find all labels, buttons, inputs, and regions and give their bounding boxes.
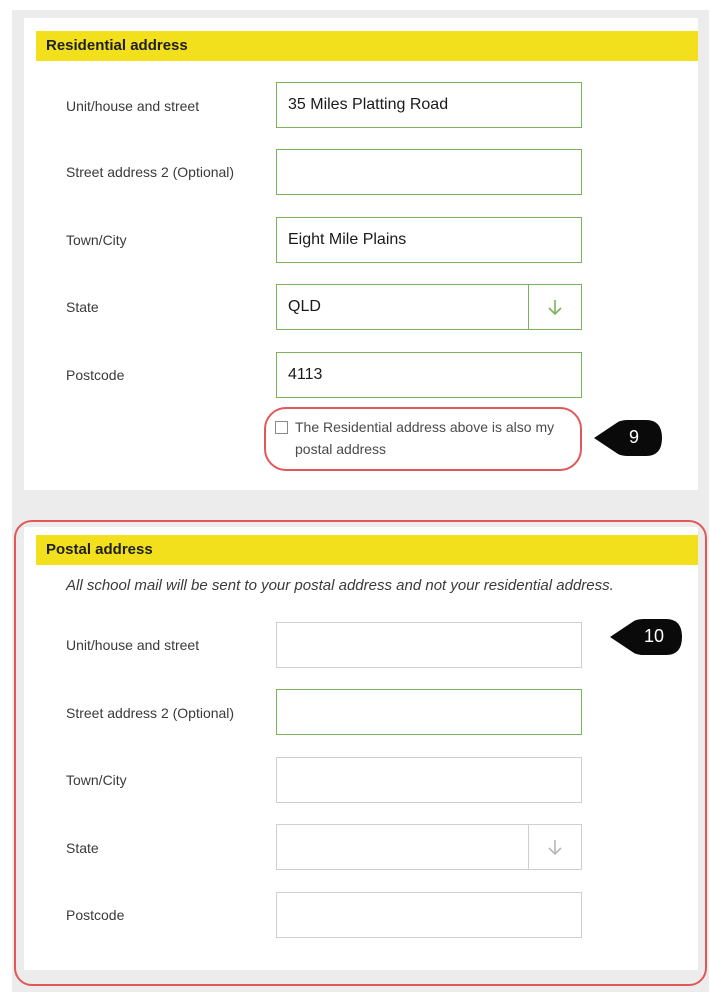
res-state-label: State — [66, 299, 99, 315]
callout-10-number: 10 — [643, 626, 665, 646]
postal-section-annotation-highlight — [14, 520, 707, 986]
checkbox-annotation-highlight — [264, 407, 582, 471]
arrow-down-icon — [548, 300, 562, 316]
res-state-dropdown-button[interactable] — [529, 285, 581, 329]
res-town-label: Town/City — [66, 232, 127, 248]
res-state-select[interactable]: QLD — [276, 284, 582, 330]
res-street2-input[interactable] — [276, 149, 582, 195]
callout-9-number: 9 — [628, 427, 639, 447]
callout-9: 9 — [592, 418, 664, 458]
res-postcode-input[interactable] — [276, 352, 582, 398]
residential-address-header: Residential address — [36, 31, 698, 61]
res-street-label: Unit/house and street — [66, 98, 200, 114]
res-street-input[interactable] — [276, 82, 582, 128]
callout-10: 10 — [608, 617, 684, 657]
res-street2-label: Street address 2 (Optional) — [66, 164, 235, 180]
res-state-value: QLD — [288, 298, 321, 315]
res-town-input[interactable] — [276, 217, 582, 263]
res-postcode-label: Postcode — [66, 367, 125, 383]
